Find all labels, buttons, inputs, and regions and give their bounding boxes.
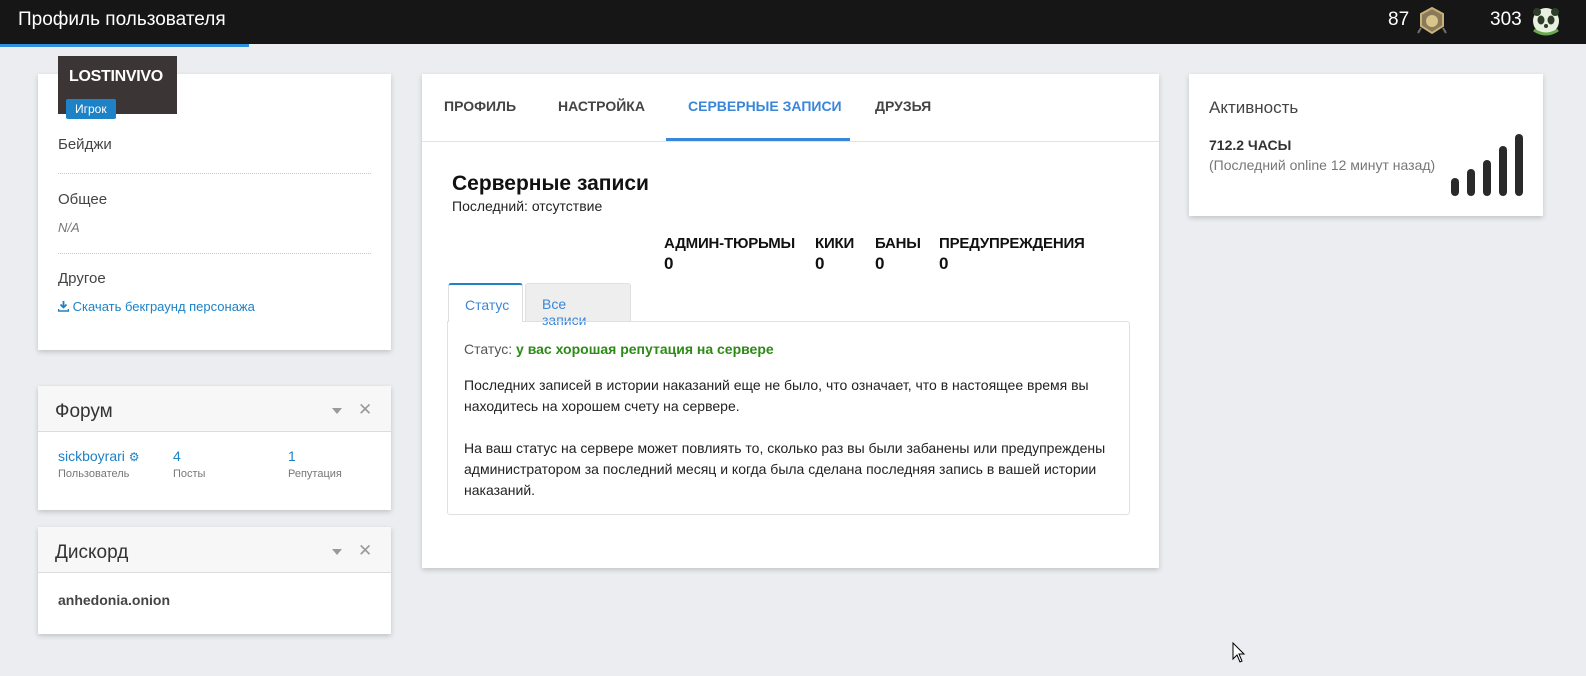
stat-label: БАНЫ <box>875 235 921 252</box>
general-title: Общее <box>58 191 108 208</box>
stat-value: 0 <box>875 254 885 273</box>
divider <box>58 253 371 254</box>
role-badge: Игрок <box>66 99 116 119</box>
stat-label: АДМИН-ТЮРЬМЫ <box>664 235 796 252</box>
badges-title: Бейджи <box>58 136 112 153</box>
status-panel: Статус: у вас хорошая репутация на серве… <box>447 321 1130 515</box>
forum-user-col: sickboyrari ⚙ Пользователь <box>58 448 140 480</box>
widget-header: Форум ✕ <box>38 386 391 432</box>
stat-bans: БАНЫ 0 <box>875 235 921 274</box>
download-link-label: Скачать бекграунд персонажа <box>72 299 255 314</box>
tab-friends[interactable]: ДРУЗЬЯ <box>875 98 931 114</box>
discord-widget-title: Дискорд <box>55 542 129 563</box>
stat-value: 0 <box>815 254 825 273</box>
discord-widget: Дискорд ✕ anhedonia.onion <box>38 527 391 634</box>
activity-hours: 712.2 ЧАСЫ <box>1209 137 1292 153</box>
close-icon[interactable]: ✕ <box>358 400 372 420</box>
status-prefix: Статус: <box>464 341 513 357</box>
forum-reputation-label: Репутация <box>288 468 342 480</box>
forum-reputation-col: 1 Репутация <box>288 448 342 480</box>
active-tab-indicator <box>666 138 850 141</box>
forum-widget-title: Форум <box>55 401 113 422</box>
forum-posts-count[interactable]: 4 <box>173 448 205 464</box>
general-value: N/A <box>58 220 80 235</box>
close-icon[interactable]: ✕ <box>358 541 372 561</box>
tab-settings[interactable]: НАСТРОЙКА <box>558 98 645 114</box>
tab-server-records[interactable]: СЕРВЕРНЫЕ ЗАПИСИ <box>688 98 842 114</box>
top-bar: Профиль пользователя 87 303 <box>0 0 1586 44</box>
stat-label: ПРЕДУПРЕЖДЕНИЯ <box>939 235 1085 252</box>
mouse-cursor-icon <box>1232 642 1246 663</box>
download-background-link[interactable]: Скачать бекграунд персонажа <box>57 299 255 314</box>
stat-value: 0 <box>664 254 674 273</box>
status-value: у вас хорошая репутация на сервере <box>516 341 774 357</box>
stat-admin-jails: АДМИН-ТЮРЬМЫ 0 <box>664 235 795 274</box>
main-card: ПРОФИЛЬ НАСТРОЙКА СЕРВЕРНЫЕ ЗАПИСИ ДРУЗЬ… <box>422 74 1159 568</box>
forum-widget: Форум ✕ sickboyrari ⚙ Пользователь 4 Пос… <box>38 386 391 510</box>
stat-value: 0 <box>939 254 949 273</box>
activity-card: Активность 712.2 ЧАСЫ (Последний online … <box>1189 74 1543 216</box>
username: LOSTINVIVO <box>69 68 163 85</box>
subtab-status[interactable]: Статус <box>448 283 523 322</box>
collapse-caret-icon[interactable] <box>332 549 342 555</box>
last-online: (Последний online 12 минут назад) <box>1209 157 1436 173</box>
signal-bar <box>1515 134 1523 196</box>
subtab-all-records[interactable]: Все записи <box>525 283 631 328</box>
stat-label: КИКИ <box>815 235 855 252</box>
forum-user-link[interactable]: sickboyrari ⚙ <box>58 448 140 464</box>
stat-kicks: КИКИ 0 <box>815 235 854 274</box>
signal-bar <box>1499 146 1507 196</box>
signal-bar <box>1483 160 1491 196</box>
records-title: Серверные записи <box>452 172 649 195</box>
signal-bar <box>1467 169 1475 196</box>
tab-profile[interactable]: ПРОФИЛЬ <box>444 98 516 114</box>
download-icon <box>57 301 70 312</box>
profile-tabs: ПРОФИЛЬ НАСТРОЙКА СЕРВЕРНЫЕ ЗАПИСИ ДРУЗЬ… <box>422 74 1159 142</box>
activity-title: Активность <box>1209 98 1299 117</box>
page-load-progress <box>0 44 249 47</box>
signal-bar <box>1451 178 1459 196</box>
points-counter: 303 <box>1490 9 1522 30</box>
forum-posts-label: Посты <box>173 468 206 480</box>
other-title: Другое <box>58 270 106 287</box>
collapse-caret-icon[interactable] <box>332 408 342 414</box>
rank-badge-icon[interactable] <box>1417 6 1447 36</box>
stat-warnings: ПРЕДУПРЕЖДЕНИЯ 0 <box>939 235 1085 274</box>
forum-reputation-count[interactable]: 1 <box>288 448 342 464</box>
status-paragraph-2: На ваш статус на сервере может повлиять … <box>464 440 1106 498</box>
status-line: Статус: у вас хорошая репутация на серве… <box>464 341 774 357</box>
page-title: Профиль пользователя <box>18 9 226 30</box>
status-paragraph-1: Последних записей в истории наказаний ещ… <box>464 377 1089 414</box>
widget-header: Дискорд ✕ <box>38 527 391 573</box>
discord-username: anhedonia.onion <box>58 592 170 608</box>
forum-user-label: Пользователь <box>58 468 130 480</box>
forum-posts-col: 4 Посты <box>173 448 205 480</box>
gear-icon: ⚙ <box>128 450 140 464</box>
records-last: Последний: отсутствие <box>452 198 603 214</box>
divider <box>58 173 371 174</box>
rank-counter: 87 <box>1388 9 1410 30</box>
panda-avatar-icon[interactable] <box>1531 6 1561 36</box>
